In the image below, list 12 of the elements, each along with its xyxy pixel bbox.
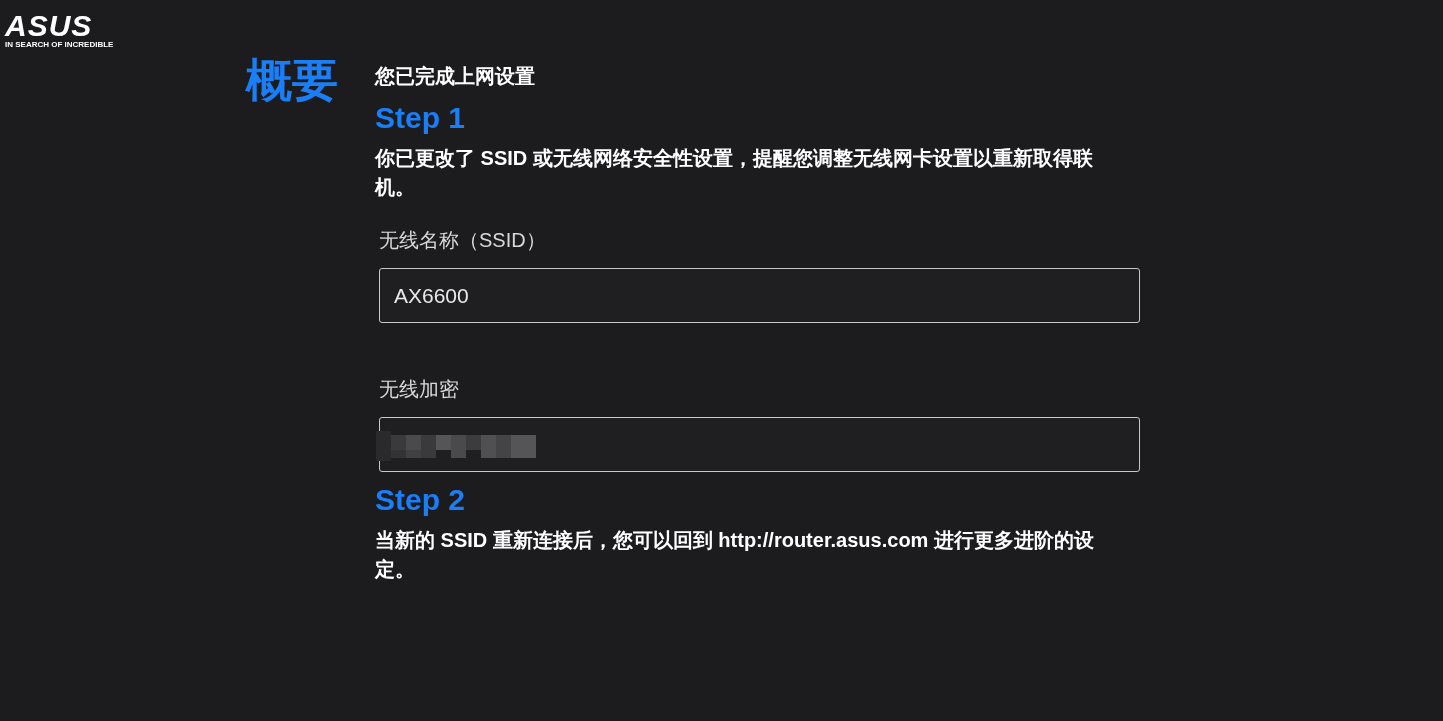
step-description: 当新的 SSID 重新连接后，您可以回到 http://router.asus.com 进行更多进阶的设定。 <box>375 528 1095 582</box>
field-label: 无线加密 <box>379 377 460 402</box>
ssid-input-field[interactable]: AX6600 <box>379 268 1140 323</box>
logo-tagline: IN SEARCH OF INCREDIBLE <box>5 40 114 50</box>
subtitle: 您已完成上网设置 <box>375 64 536 89</box>
password-input-field[interactable] <box>379 417 1140 472</box>
step-description: 你已更改了 SSID 或无线网络安全性设置，提醒您调整无线网卡设置以重新取得联机。 <box>375 146 1094 200</box>
step-heading: Step 1 <box>375 100 467 136</box>
step-heading: Step 2 <box>375 482 467 518</box>
page-title: 概要 <box>246 53 339 108</box>
field-label: 无线名称（SSID） <box>379 228 547 253</box>
logo-wordmark: ASUS <box>5 12 93 40</box>
